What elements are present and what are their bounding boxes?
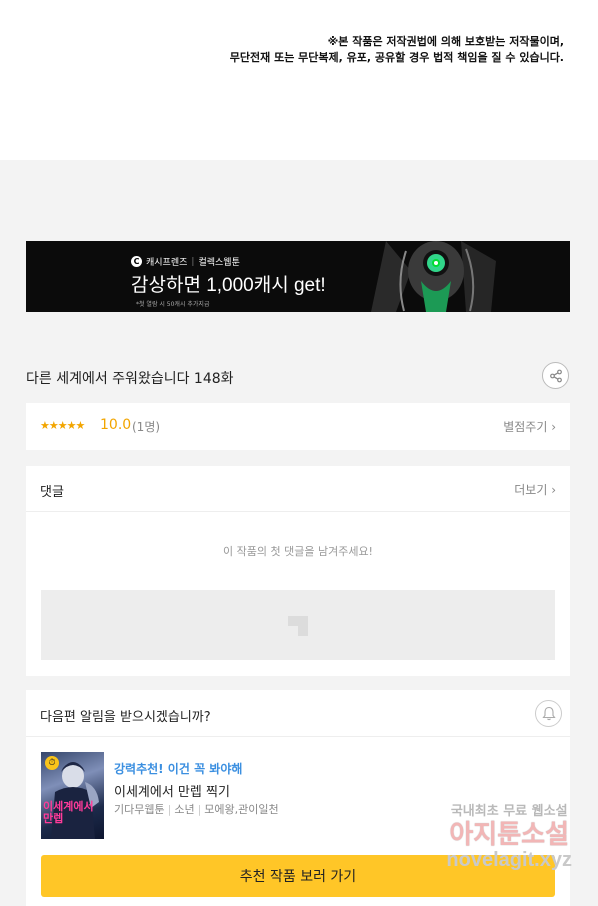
top-notice-area: ※본 작품은 저작권법에 의해 보호받는 저작물이며, 무단전재 또는 무단복제… [0, 0, 598, 160]
banner-character-illustration [366, 241, 506, 312]
ad-placeholder [41, 590, 555, 660]
recommend-audience: 소년 [174, 803, 195, 816]
divider [26, 736, 570, 737]
recommend-authors: 모에왕,관이일천 [204, 803, 279, 816]
recommend-genre: 기다무웹툰 [114, 803, 165, 816]
rating-card: ★★★★★ 10.0 (1명) 별점주기 › [26, 403, 570, 450]
rate-button[interactable]: 별점주기 › [503, 418, 556, 435]
copyright-notice: ※본 작품은 저작권법에 의해 보호받는 저작물이며, 무단전재 또는 무단복제… [230, 34, 564, 66]
share-icon [549, 369, 562, 382]
banner-brand: C 캐시프렌즈 | 컬렉스웹툰 [131, 255, 240, 268]
notify-title: 다음편 알림을 받으시겠습니까? [40, 710, 211, 725]
copyright-line-1: ※본 작품은 저작권법에 의해 보호받는 저작물이며, [327, 35, 564, 48]
banner-fineprint: *첫 열람 시 50캐시 추가지급 [136, 301, 210, 308]
notify-bell-button[interactable] [535, 700, 562, 727]
recommend-tag: 강력추천! 이건 꼭 봐야해 [114, 762, 243, 776]
promo-banner[interactable]: C 캐시프렌즈 | 컬렉스웹툰 감상하면 1,000캐시 get! *첫 열람 … [26, 241, 570, 312]
recommend-cta-button[interactable]: 추천 작품 보러 가기 [41, 855, 555, 897]
cashfriends-logo-icon: C [131, 256, 142, 267]
banner-brand-name: 캐시프렌즈 [146, 258, 188, 268]
thumbnail-illustration [51, 762, 99, 839]
comments-empty-message: 이 작품의 첫 댓글을 남겨주세요! [223, 545, 373, 558]
rating-stars-icon: ★★★★★ [40, 419, 85, 432]
rating-score: 10.0 [100, 417, 132, 433]
divider [26, 511, 570, 512]
thumbnail-title: 이세계에서 만렙 [43, 801, 94, 825]
rating-count: (1명) [132, 420, 161, 434]
banner-partner-name: 컬렉스웹툰 [198, 258, 240, 268]
comments-card: 댓글 더보기 › 이 작품의 첫 댓글을 남겨주세요! [26, 466, 570, 676]
episode-title: 다른 세계에서 주워왔습니다 148화 [26, 371, 234, 387]
comments-title: 댓글 [40, 485, 64, 500]
recommend-title[interactable]: 이세계에서 만렙 찍기 [114, 781, 230, 800]
notify-card: 다음편 알림을 받으시겠습니까? ⏱ 이세계에서 만렙 강력추천! 이건 꼭 봐… [26, 690, 570, 906]
share-button[interactable] [542, 362, 569, 389]
image-placeholder-icon [288, 616, 308, 636]
banner-separator: | [191, 256, 195, 267]
recommend-thumbnail[interactable]: ⏱ 이세계에서 만렙 [41, 752, 104, 839]
bell-icon [541, 706, 556, 721]
comments-more-link[interactable]: 더보기 › [514, 481, 556, 498]
banner-headline: 감상하면 1,000캐시 get! [131, 275, 326, 296]
copyright-line-2: 무단전재 또는 무단복제, 유포, 공유할 경우 법적 책임을 질 수 있습니다… [229, 51, 564, 64]
recommend-meta: 기다무웹툰 | 소년 | 모에왕,관이일천 [114, 803, 279, 816]
